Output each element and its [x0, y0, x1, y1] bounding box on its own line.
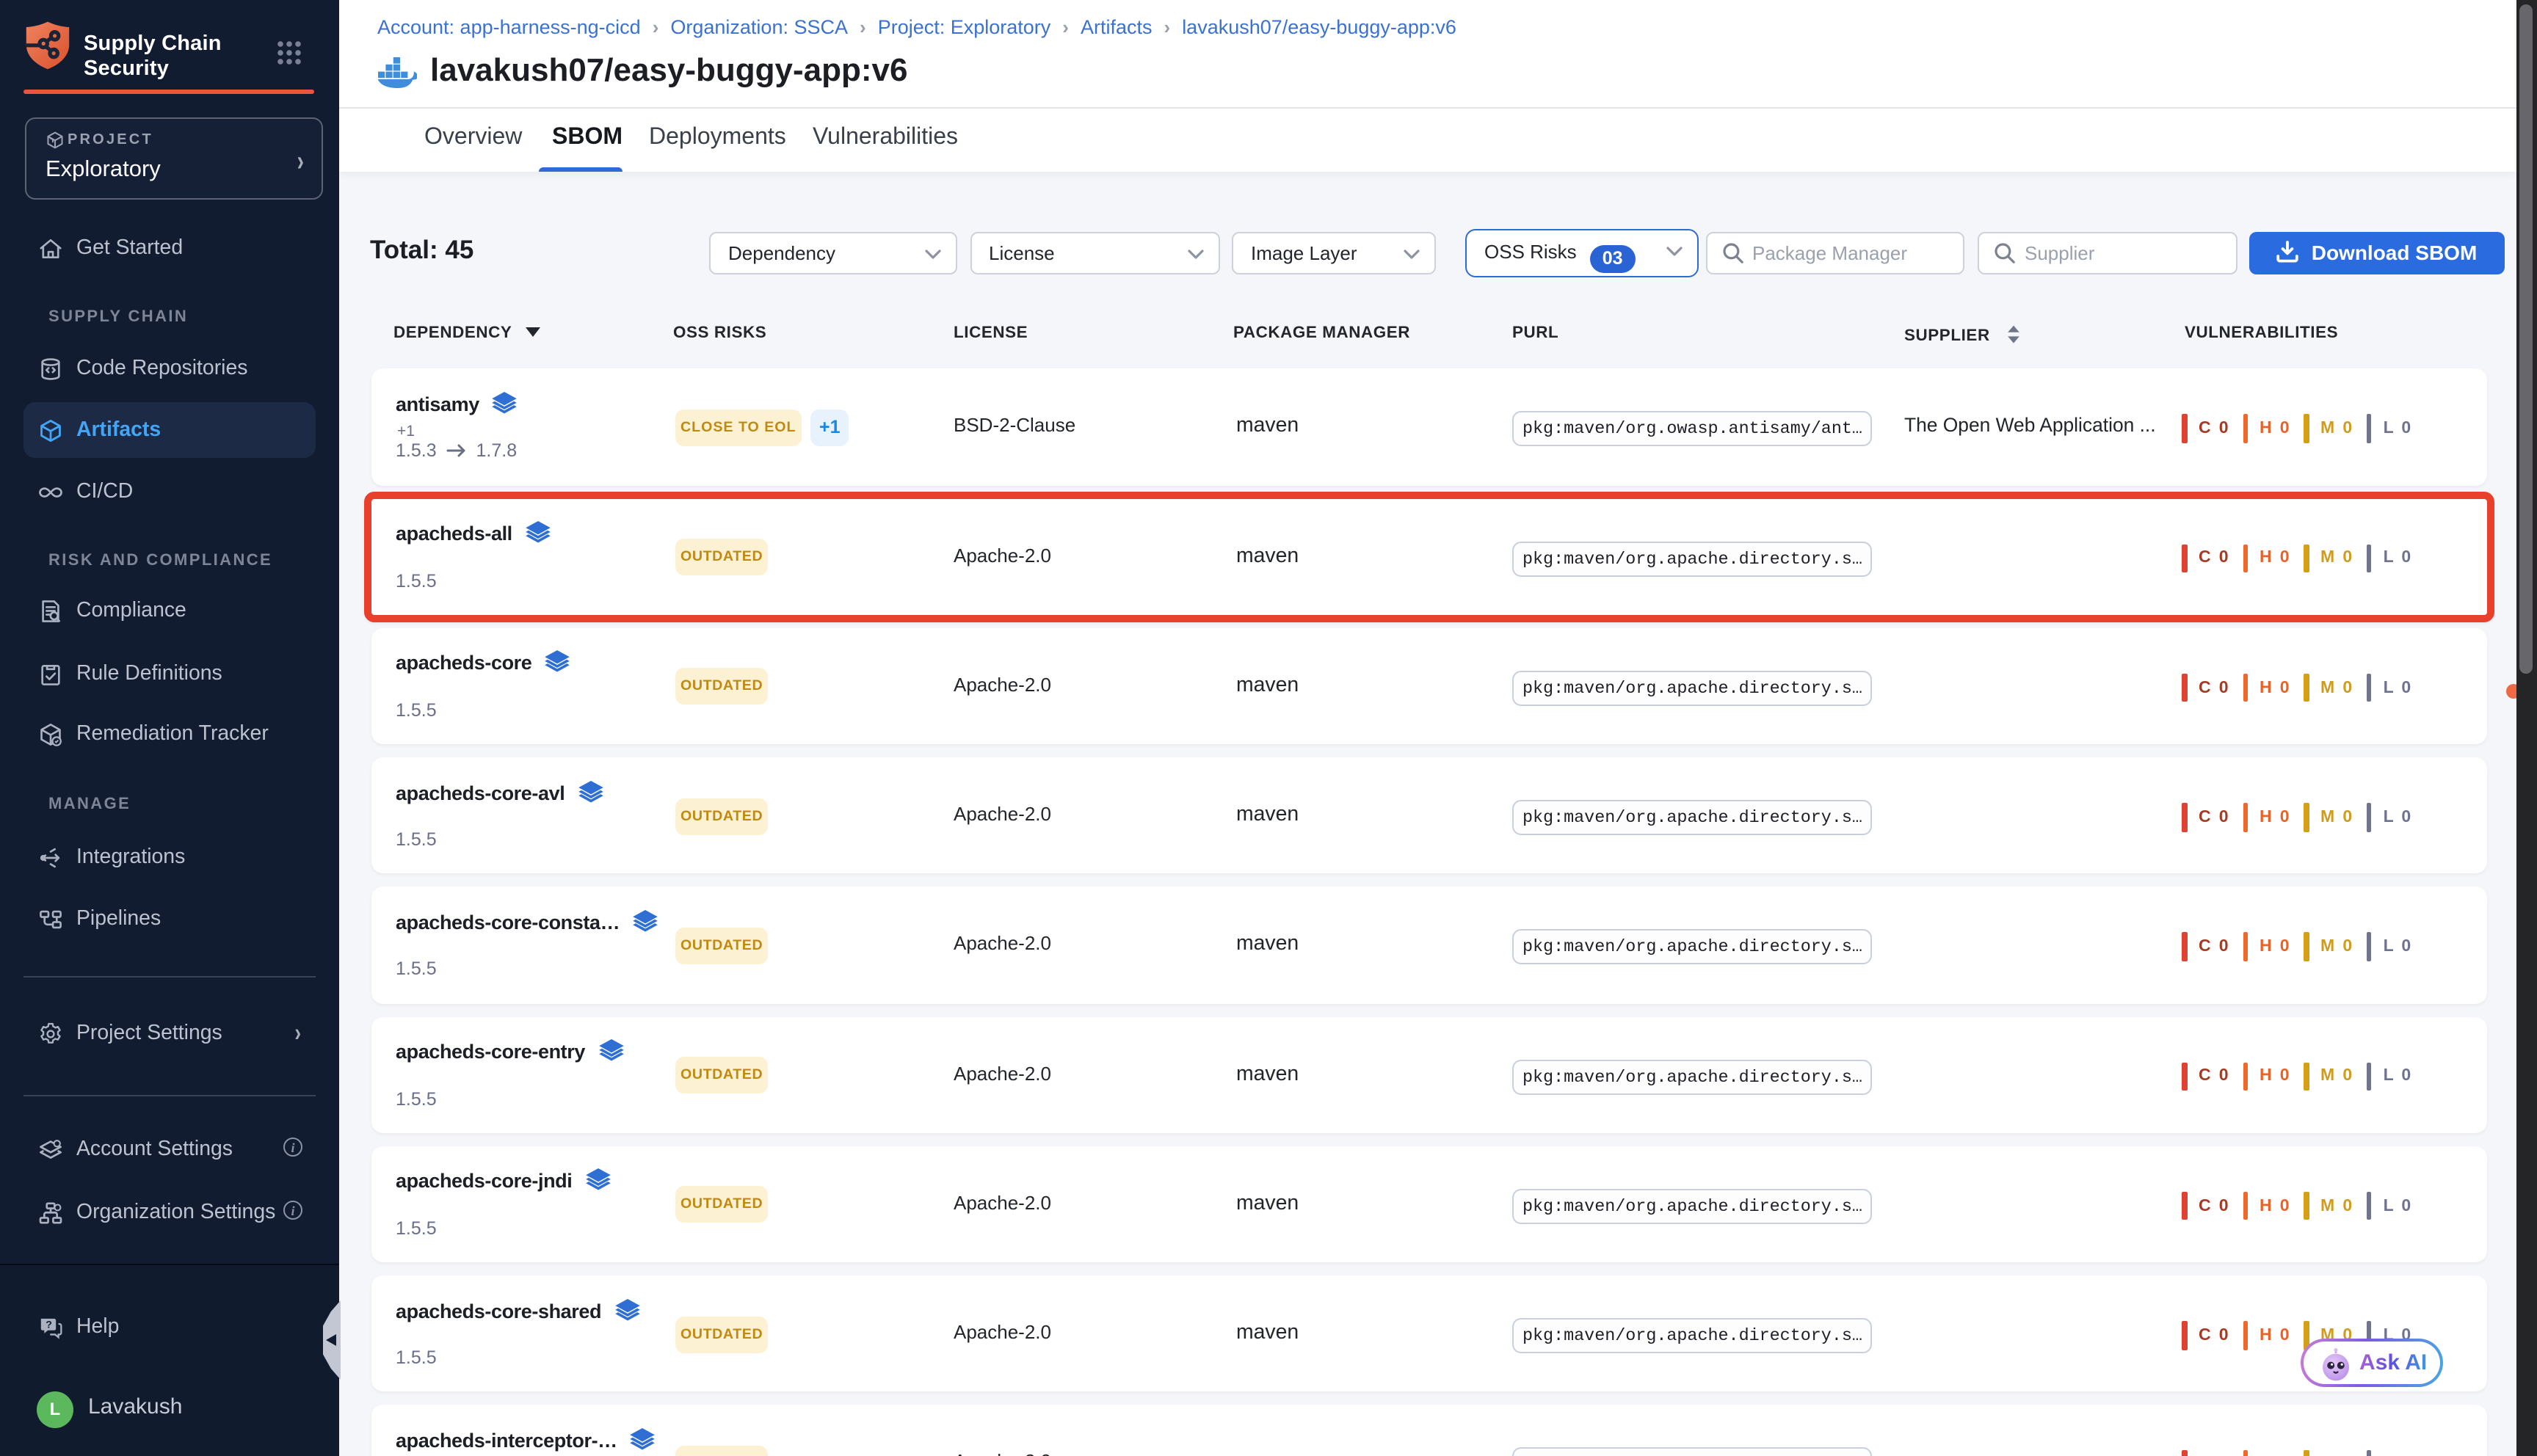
svg-text:?: ?: [46, 1319, 52, 1331]
